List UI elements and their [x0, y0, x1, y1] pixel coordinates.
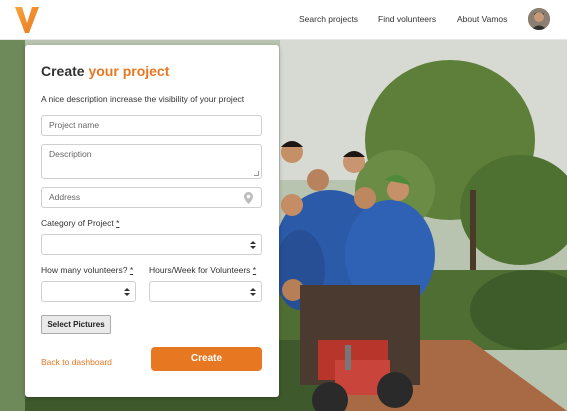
required-mark: * — [129, 265, 134, 275]
create-project-card: Create your project A nice description i… — [25, 45, 279, 397]
nav-search-projects[interactable]: Search projects — [299, 14, 358, 24]
hours-label: Hours/Week for Volunteers * — [149, 265, 256, 275]
form-subtitle: A nice description increase the visibili… — [41, 94, 245, 104]
select-arrows-icon — [250, 241, 256, 249]
select-arrows-icon — [124, 288, 130, 296]
address-input[interactable]: Address — [41, 187, 262, 208]
category-select[interactable] — [41, 234, 262, 255]
title-accent: your project — [88, 63, 170, 79]
category-label-text: Category of Project — [41, 218, 117, 228]
hours-select[interactable] — [149, 281, 262, 302]
page-title: Create your project — [41, 63, 169, 79]
volunteers-select[interactable] — [41, 281, 136, 302]
description-textarea[interactable]: Description — [41, 144, 262, 179]
select-arrows-icon — [250, 288, 256, 296]
required-mark: * — [116, 218, 120, 228]
project-name-input[interactable]: Project name — [41, 115, 262, 136]
create-button[interactable]: Create — [151, 347, 262, 371]
nav-find-volunteers[interactable]: Find volunteers — [378, 14, 436, 24]
address-placeholder: Address — [49, 192, 81, 202]
top-navbar: Search projects Find volunteers About Va… — [0, 0, 567, 40]
hours-label-text: Hours/Week for Volunteers — [149, 265, 253, 275]
resize-handle-icon[interactable] — [254, 171, 259, 176]
required-mark: * — [252, 265, 257, 275]
back-to-dashboard-link[interactable]: Back to dashboard — [41, 357, 112, 367]
vamos-logo[interactable] — [14, 6, 40, 34]
nav-about-vamos[interactable]: About Vamos — [457, 14, 507, 24]
description-placeholder: Description — [49, 149, 92, 159]
title-text: Create — [41, 63, 89, 79]
volunteers-label-text: How many volunteers? — [41, 265, 130, 275]
user-avatar[interactable] — [528, 8, 550, 30]
map-pin-icon — [244, 192, 253, 204]
volunteers-label: How many volunteers? * — [41, 265, 133, 275]
project-name-placeholder: Project name — [49, 120, 100, 130]
category-label: Category of Project * — [41, 218, 119, 228]
select-pictures-button[interactable]: Select Pictures — [41, 315, 111, 334]
